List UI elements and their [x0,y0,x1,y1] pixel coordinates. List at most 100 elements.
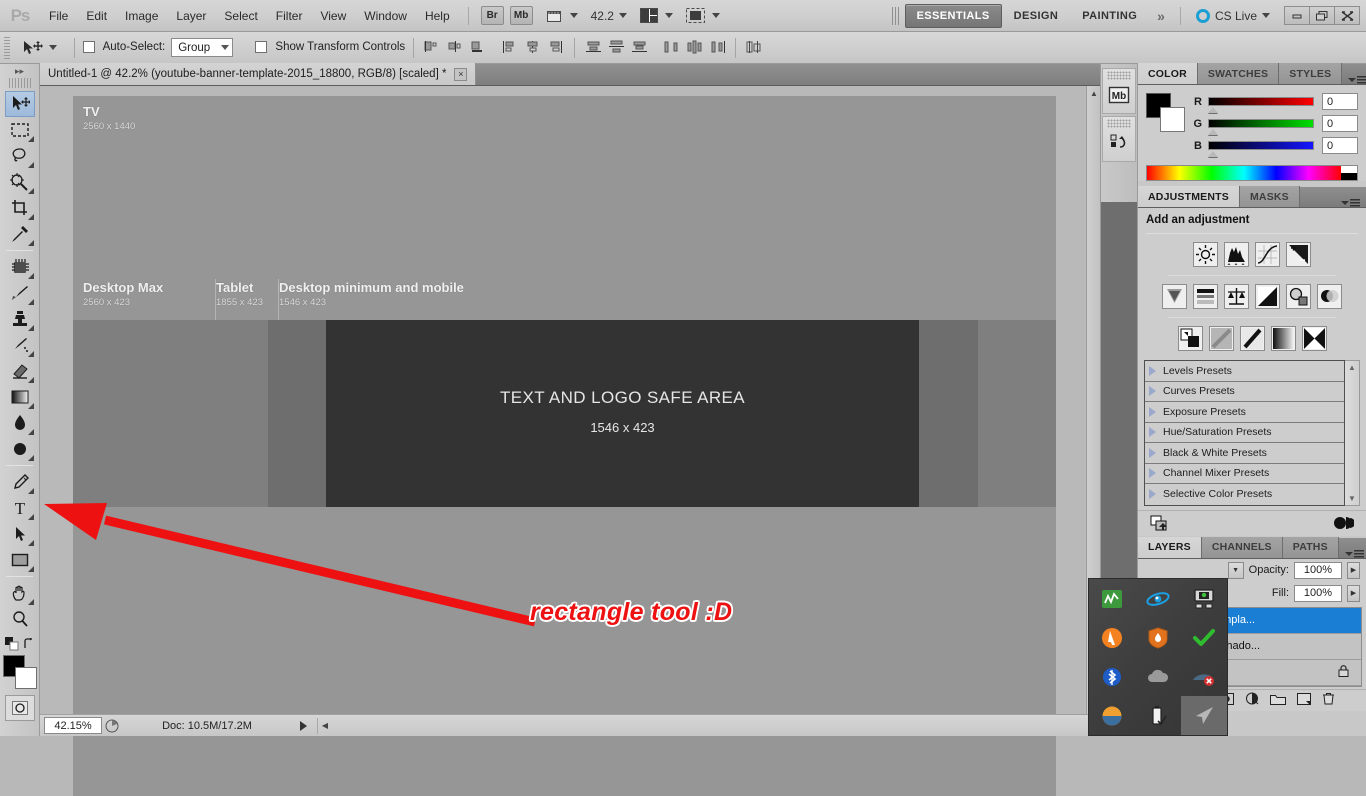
color-spectrum-ramp[interactable] [1146,165,1358,181]
tab-channels[interactable]: CHANNELS [1201,536,1283,558]
show-transform-checkbox[interactable] [255,41,268,54]
scroll-down-icon[interactable]: ▼ [1348,494,1356,503]
tab-paths[interactable]: PATHS [1282,536,1339,558]
preset-levels[interactable]: Levels Presets [1145,361,1344,382]
quick-selection-tool[interactable] [5,169,35,195]
photo-filter-icon[interactable] [1286,284,1311,309]
status-menu-icon[interactable] [300,720,307,731]
cs-live-chevron-down-icon[interactable] [1262,13,1270,18]
view-previous-state-icon[interactable] [1332,516,1355,533]
tool-preset-picker[interactable] [16,40,66,56]
align-left-edges-icon[interactable] [422,38,442,58]
dock-grip[interactable] [1107,119,1131,128]
menu-window[interactable]: Window [355,5,416,27]
horizontal-scrollbar[interactable]: ◀ ▶ [317,717,1100,734]
slider-track-r[interactable] [1208,97,1314,113]
fill-stepper-icon[interactable]: ▶ [1347,584,1360,602]
align-bottom-edges-icon[interactable] [546,38,566,58]
tools-collapse-icon[interactable]: ▸▸ [0,64,39,78]
preset-hue-saturation[interactable]: Hue/Saturation Presets [1145,423,1344,443]
adjustment-layer-icon[interactable] [1245,692,1259,708]
safely-remove-hardware-icon[interactable] [1135,696,1181,735]
channel-mixer-icon[interactable] [1317,284,1342,309]
close-button[interactable] [1334,6,1360,25]
threshold-icon[interactable] [1239,326,1265,351]
network-monitor-icon[interactable] [1089,579,1135,618]
invert-icon[interactable] [1177,326,1203,351]
restore-button[interactable] [1309,6,1335,25]
expand-triangle-icon[interactable] [1149,365,1156,376]
checkmark-icon[interactable] [1181,618,1227,657]
history-brush-tool[interactable] [5,332,35,358]
eyedropper-tool[interactable] [5,221,35,247]
screen-mode-chevron-down-icon[interactable] [711,13,720,18]
presets-scrollbar[interactable]: ▲ ▼ [1345,360,1360,506]
scroll-left-icon[interactable]: ◀ [318,719,332,733]
slider-thumb-g[interactable] [1208,129,1218,135]
avast-icon[interactable] [1089,618,1135,657]
show-transform-controls-option[interactable]: Show Transform Controls [255,41,405,54]
menu-help[interactable]: Help [416,5,459,27]
zoom-percentage-field[interactable]: 42.15% [44,717,102,734]
align-vertical-centers-icon[interactable] [523,38,543,58]
network-disconnected-icon[interactable] [1181,657,1227,696]
menu-file[interactable]: File [40,5,77,27]
tab-layers[interactable]: LAYERS [1138,536,1202,558]
slider-thumb-b[interactable] [1208,151,1218,157]
expand-triangle-icon[interactable] [1149,427,1156,438]
selective-color-icon[interactable] [1301,326,1327,351]
firewall-shield-icon[interactable] [1135,618,1181,657]
workspace-more-icon[interactable]: » [1149,8,1171,24]
spot-healing-brush-tool[interactable] [5,254,35,280]
options-bar-grip[interactable] [4,36,10,59]
dodge-tool[interactable] [5,436,35,462]
layers-panel-menu-icon[interactable] [1339,549,1366,558]
crop-tool[interactable] [5,195,35,221]
onedrive-cloud-icon[interactable] [1135,657,1181,696]
menu-image[interactable]: Image [116,5,167,27]
menu-edit[interactable]: Edit [77,5,116,27]
slider-value-b[interactable]: 0 [1322,137,1358,154]
slider-track-g[interactable] [1208,119,1314,135]
system-tray-overflow-popup[interactable] [1088,578,1228,736]
view-extras-icon[interactable] [544,6,565,26]
vibrance-icon[interactable] [1162,284,1187,309]
history-icon[interactable] [1103,129,1135,157]
expand-triangle-icon[interactable] [1149,406,1156,417]
zoom-chevron-down-icon[interactable] [618,13,627,18]
minimize-button[interactable] [1284,6,1310,25]
clone-stamp-tool[interactable] [5,306,35,332]
preset-black-white[interactable]: Black & White Presets [1145,443,1344,464]
preset-exposure[interactable]: Exposure Presets [1145,402,1344,423]
slider-value-r[interactable]: 0 [1322,93,1358,110]
background-color-swatch[interactable] [14,667,37,689]
arrange-chevron-down-icon[interactable] [664,13,673,18]
distribute-bottom-edges-icon[interactable] [629,38,649,58]
preset-selective-color[interactable]: Selective Color Presets [1145,484,1344,505]
gradient-tool[interactable] [5,384,35,410]
close-icon[interactable]: × [454,67,468,81]
screen-mode-icon[interactable] [684,6,707,26]
dock-grip[interactable] [1107,71,1131,80]
distribute-right-edges-icon[interactable] [707,38,727,58]
share-arrow-icon[interactable] [1181,696,1227,735]
tab-styles[interactable]: STYLES [1279,63,1343,84]
brightness-contrast-icon[interactable] [1193,242,1218,267]
hand-tool[interactable] [5,580,35,606]
distribute-left-edges-icon[interactable] [661,38,681,58]
auto-select-scope-select[interactable]: Group [171,38,234,57]
return-to-adjustment-list-icon[interactable] [1150,515,1168,534]
slider-value-g[interactable]: 0 [1322,115,1358,132]
pen-tool[interactable] [5,469,35,495]
rectangular-marquee-tool[interactable] [5,117,35,143]
tab-color[interactable]: COLOR [1138,63,1198,84]
arrange-documents-icon[interactable] [638,6,660,26]
menu-layer[interactable]: Layer [167,5,215,27]
document-info-icon[interactable] [102,717,122,734]
tab-swatches[interactable]: SWATCHES [1197,63,1280,84]
exposure-icon[interactable] [1286,242,1311,267]
slider-track-b[interactable] [1208,141,1314,157]
mini-bridge-icon[interactable]: Mb [1103,81,1135,109]
new-group-icon[interactable] [1270,693,1286,708]
launch-mini-bridge-button[interactable]: Mb [509,6,533,25]
